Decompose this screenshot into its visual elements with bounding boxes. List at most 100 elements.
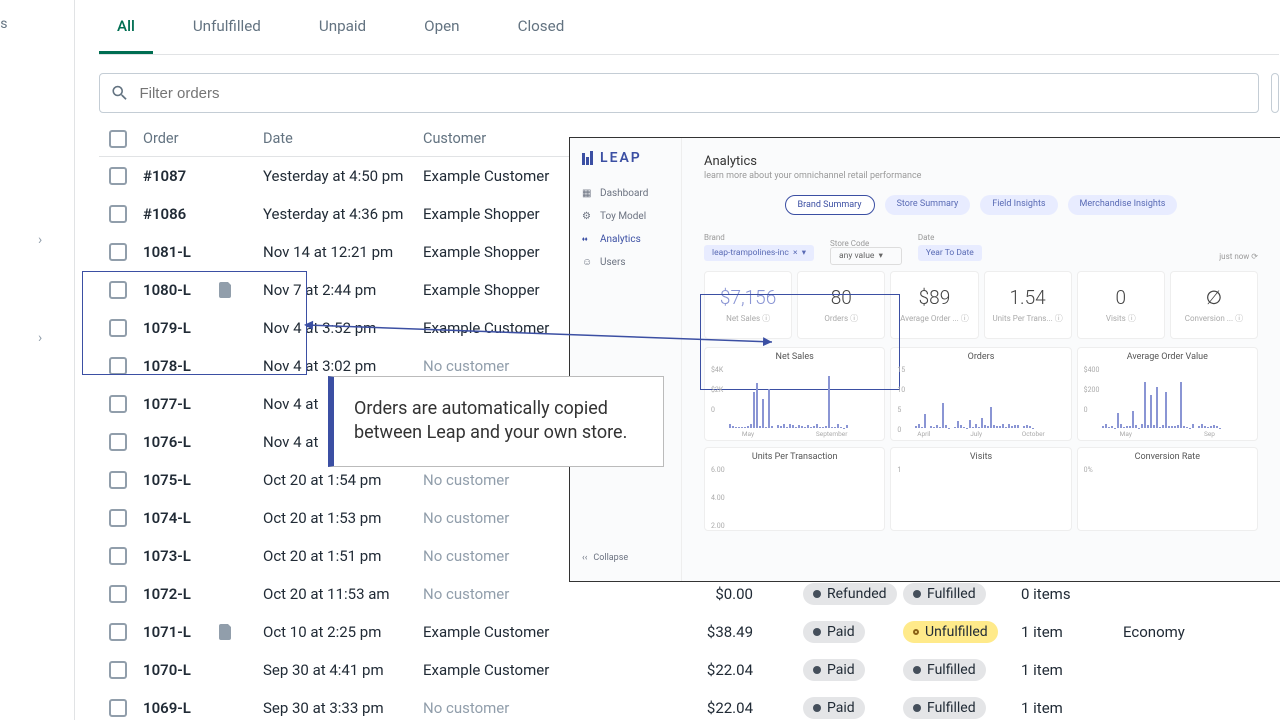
- pill-store-summary[interactable]: Store Summary: [885, 195, 971, 215]
- order-id: 1079-L: [143, 319, 263, 337]
- mini-chart[interactable]: Net Sales$4K$2K0MaySeptember: [704, 347, 885, 441]
- search-row: [99, 55, 1279, 121]
- order-id: 1081-L: [143, 243, 263, 261]
- mini-chart[interactable]: Units Per Transaction6.004.002.00: [704, 447, 885, 531]
- item-count: 1 item: [1013, 623, 1123, 641]
- order-id: 1073-L: [143, 547, 263, 565]
- collapse-button[interactable]: ‹‹Collapse: [570, 543, 681, 573]
- logo-icon: [582, 151, 596, 165]
- row-checkbox[interactable]: [109, 585, 127, 603]
- table-row[interactable]: 1070-LSep 30 at 4:41 pmExample Customer$…: [99, 651, 1279, 689]
- tab-closed[interactable]: Closed: [500, 1, 583, 54]
- order-date: Yesterday at 4:36 pm: [263, 205, 423, 223]
- tab-unpaid[interactable]: Unpaid: [301, 1, 384, 54]
- header-date[interactable]: Date: [263, 130, 423, 147]
- fulfill-status: Fulfilled: [893, 583, 1013, 605]
- overlay-main: Analytics learn more about your omnichan…: [682, 138, 1280, 581]
- chart-title: Visits: [897, 452, 1064, 462]
- nav-analytics[interactable]: ⬪⬪Analytics: [570, 228, 681, 251]
- date-filter-label: Date: [918, 233, 982, 242]
- row-checkbox[interactable]: [109, 357, 127, 375]
- row-checkbox[interactable]: [109, 547, 127, 565]
- item-count: 1 item: [1013, 661, 1123, 679]
- header-order[interactable]: Order: [143, 130, 263, 147]
- delivery-method: Economy: [1123, 623, 1243, 641]
- row-checkbox[interactable]: [109, 509, 127, 527]
- row-checkbox[interactable]: [109, 243, 127, 261]
- stat-card[interactable]: 1.54Units Per Trans... ⓘ: [984, 271, 1072, 339]
- order-id: 1069-L: [143, 699, 263, 717]
- order-date: Oct 10 at 2:25 pm: [263, 623, 423, 641]
- leap-analytics-overlay: LEAP ▦Dashboard ⚙Toy Model ⬪⬪Analytics ☺…: [569, 137, 1280, 582]
- order-date: Sep 30 at 3:33 pm: [263, 699, 423, 717]
- leap-logo: LEAP: [570, 146, 681, 182]
- users-icon: ☺: [582, 257, 593, 268]
- chart-title: Units Per Transaction: [711, 452, 878, 462]
- nav-users[interactable]: ☺Users: [570, 251, 681, 274]
- pill-merch-insights[interactable]: Merchandise Insights: [1068, 195, 1178, 215]
- callout-text: Orders are automatically copied between …: [354, 398, 627, 443]
- pill-brand-summary[interactable]: Brand Summary: [785, 195, 875, 215]
- order-id: #1086: [143, 205, 263, 223]
- store-filter-select[interactable]: any value ▾: [830, 247, 902, 265]
- row-checkbox[interactable]: [109, 433, 127, 451]
- brand-filter-chip[interactable]: leap-trampolines-inc × ▾: [704, 245, 814, 261]
- stat-value: 0: [1082, 286, 1160, 309]
- gear-icon: ⚙: [582, 211, 593, 222]
- sort-button[interactable]: [1271, 73, 1279, 113]
- callout-box: Orders are automatically copied between …: [328, 376, 664, 467]
- order-date: Yesterday at 4:50 pm: [263, 167, 423, 185]
- table-row[interactable]: 1069-LSep 30 at 3:33 pmNo customer$22.04…: [99, 689, 1279, 727]
- row-checkbox[interactable]: [109, 319, 127, 337]
- row-checkbox[interactable]: [109, 281, 127, 299]
- tab-open[interactable]: Open: [406, 1, 477, 54]
- nav-toy-model[interactable]: ⚙Toy Model: [570, 205, 681, 228]
- row-checkbox[interactable]: [109, 167, 127, 185]
- tab-unfulfilled[interactable]: Unfulfilled: [175, 1, 279, 54]
- stat-label: Conversion ... ⓘ: [1175, 313, 1253, 324]
- stat-card[interactable]: $7,156Net Sales ⓘ: [704, 271, 792, 339]
- search-box[interactable]: [99, 73, 1259, 113]
- overlay-sidebar: LEAP ▦Dashboard ⚙Toy Model ⬪⬪Analytics ☺…: [570, 138, 682, 581]
- stat-card[interactable]: 0 Visits ⓘ: [1077, 271, 1165, 339]
- mini-chart[interactable]: Visits1: [890, 447, 1071, 531]
- order-total: $22.04: [663, 699, 753, 717]
- order-id: 1076-L: [143, 433, 263, 451]
- stat-cards: $7,156Net Sales ⓘ80Orders ⓘ$89Average Or…: [704, 271, 1258, 339]
- row-checkbox[interactable]: [109, 623, 127, 641]
- stat-value: ∅: [1175, 286, 1253, 309]
- grid-icon: ▦: [582, 188, 593, 199]
- filter-row: Brandleap-trampolines-inc × ▾ Store Code…: [704, 233, 1258, 261]
- stat-label: Visits ⓘ: [1082, 313, 1160, 324]
- date-filter-chip[interactable]: Year To Date: [918, 245, 982, 261]
- row-checkbox[interactable]: [109, 205, 127, 223]
- row-checkbox[interactable]: [109, 699, 127, 717]
- chevron-right-icon[interactable]: ›: [38, 232, 42, 248]
- nav-dashboard[interactable]: ▦Dashboard: [570, 182, 681, 205]
- row-checkbox[interactable]: [109, 471, 127, 489]
- order-total: $22.04: [663, 661, 753, 679]
- chart-title: Orders: [897, 352, 1064, 362]
- fulfill-status: Fulfilled: [893, 659, 1013, 681]
- mini-chart[interactable]: Conversion Rate0%: [1077, 447, 1258, 531]
- table-row[interactable]: 1071-LOct 10 at 2:25 pmExample Customer$…: [99, 613, 1279, 651]
- note-icon: [219, 624, 233, 640]
- stat-card[interactable]: $89Average Order ... ⓘ: [890, 271, 978, 339]
- chart-title: Conversion Rate: [1084, 452, 1251, 462]
- search-input[interactable]: [139, 85, 1248, 102]
- mini-chart[interactable]: Orders151050AprilJulyOctober: [890, 347, 1071, 441]
- stat-card[interactable]: ∅ Conversion ... ⓘ: [1170, 271, 1258, 339]
- stat-value: 80: [802, 286, 880, 309]
- order-id: 1080-L: [143, 281, 263, 299]
- view-pills: Brand Summary Store Summary Field Insigh…: [704, 195, 1258, 215]
- mini-chart[interactable]: Average Order Value$400$2000MaySep: [1077, 347, 1258, 441]
- stat-card[interactable]: 80Orders ⓘ: [797, 271, 885, 339]
- order-id: 1072-L: [143, 585, 263, 603]
- pill-field-insights[interactable]: Field Insights: [980, 195, 1057, 215]
- select-all-checkbox[interactable]: [109, 130, 127, 148]
- chevron-right-icon[interactable]: ›: [38, 330, 42, 346]
- row-checkbox[interactable]: [109, 661, 127, 679]
- row-checkbox[interactable]: [109, 395, 127, 413]
- tab-all[interactable]: All: [99, 1, 153, 54]
- order-date: Oct 20 at 1:51 pm: [263, 547, 423, 565]
